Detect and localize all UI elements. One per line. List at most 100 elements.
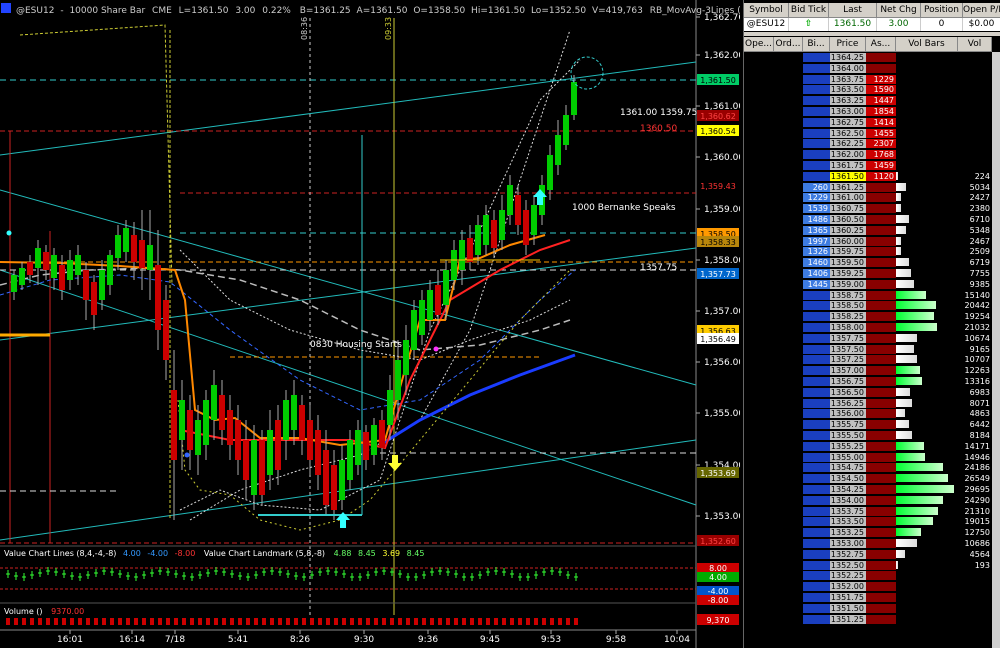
ask-cell[interactable] (866, 377, 896, 386)
order-cell[interactable] (774, 236, 803, 246)
ladder-row[interactable]: 1486 1360.50 6710 (744, 215, 1000, 224)
order-cell[interactable] (774, 474, 803, 484)
ask-cell[interactable] (866, 387, 896, 397)
ladder-header-6[interactable]: Vol (958, 37, 992, 52)
ask-cell[interactable]: 1854 (866, 107, 896, 116)
ask-cell[interactable] (866, 506, 896, 516)
ladder-header-1[interactable]: Ord... (774, 37, 803, 52)
bid-cell[interactable] (803, 333, 830, 343)
order-cell[interactable] (774, 571, 803, 581)
order-cell[interactable] (774, 355, 803, 365)
open-cell[interactable] (744, 225, 774, 235)
ladder-row[interactable]: 1365 1360.25 5348 (744, 225, 1000, 235)
ask-cell[interactable] (866, 603, 896, 613)
ask-cell[interactable] (866, 193, 896, 203)
bid-cell[interactable] (803, 495, 830, 505)
ladder-row[interactable]: 1361.75 1459 (744, 161, 1000, 170)
ladder-row[interactable]: 1362.00 1768 (744, 150, 1000, 160)
ladder-row[interactable]: 1460 1359.50 6719 (744, 258, 1000, 268)
ladder-row[interactable]: 1997 1360.00 2467 (744, 236, 1000, 246)
open-cell[interactable] (744, 236, 774, 246)
bid-cell[interactable]: 1997 (803, 236, 830, 246)
ladder-row[interactable]: 1364.00 (744, 63, 1000, 73)
order-cell[interactable] (774, 225, 803, 235)
bid-cell[interactable] (803, 366, 830, 376)
ask-cell[interactable]: 2307 (866, 139, 896, 149)
open-cell[interactable] (744, 247, 774, 257)
bid-cell[interactable] (803, 344, 830, 354)
open-cell[interactable] (744, 485, 774, 494)
open-cell[interactable] (744, 452, 774, 462)
price-cell[interactable]: 1355.00 (830, 452, 866, 462)
bid-cell[interactable] (803, 506, 830, 516)
ladder-row[interactable]: 1363.75 1229 (744, 74, 1000, 84)
ask-cell[interactable] (866, 290, 896, 300)
open-cell[interactable] (744, 549, 774, 559)
order-cell[interactable] (774, 301, 803, 311)
ask-cell[interactable]: 1414 (866, 117, 896, 127)
ask-cell[interactable] (866, 614, 896, 624)
ladder-row[interactable]: 1354.25 29695 (744, 485, 1000, 494)
ladder-row[interactable]: 1229 1361.00 2427 (744, 193, 1000, 203)
order-cell[interactable] (774, 485, 803, 494)
price-chart[interactable]: @ESU12 - 10000 Share Bar CME L=1361.50 3… (0, 0, 740, 648)
open-cell[interactable] (744, 528, 774, 538)
order-cell[interactable] (774, 63, 803, 73)
open-cell[interactable] (744, 420, 774, 430)
ladder-row[interactable]: 1355.75 6442 (744, 420, 1000, 430)
bid-cell[interactable] (803, 463, 830, 473)
open-cell[interactable] (744, 431, 774, 440)
price-cell[interactable]: 1351.75 (830, 593, 866, 602)
order-cell[interactable] (774, 117, 803, 127)
ladder-row[interactable]: 1362.50 1455 (744, 128, 1000, 138)
order-cell[interactable] (774, 528, 803, 538)
ladder-row[interactable]: 260 1361.25 5034 (744, 182, 1000, 192)
ask-cell[interactable] (866, 485, 896, 494)
bid-cell[interactable]: 1486 (803, 215, 830, 224)
ladder-row[interactable]: 1356.25 8071 (744, 398, 1000, 408)
open-cell[interactable] (744, 495, 774, 505)
open-cell[interactable] (744, 74, 774, 84)
price-cell[interactable]: 1356.25 (830, 398, 866, 408)
ask-cell[interactable] (866, 571, 896, 581)
open-cell[interactable] (744, 333, 774, 343)
bid-cell[interactable] (803, 85, 830, 95)
price-cell[interactable]: 1352.50 (830, 560, 866, 570)
ladder-row[interactable]: 1355.25 14171 (744, 441, 1000, 451)
order-cell[interactable] (774, 344, 803, 354)
price-cell[interactable]: 1354.25 (830, 485, 866, 494)
bid-cell[interactable]: 260 (803, 182, 830, 192)
bid-cell[interactable] (803, 150, 830, 160)
order-cell[interactable] (774, 74, 803, 84)
bid-cell[interactable] (803, 517, 830, 527)
bid-cell[interactable] (803, 53, 830, 62)
order-cell[interactable] (774, 182, 803, 192)
ask-cell[interactable] (866, 528, 896, 538)
ladder-row[interactable]: 1353.25 12750 (744, 528, 1000, 538)
open-cell[interactable] (744, 301, 774, 311)
ask-cell[interactable] (866, 312, 896, 322)
price-cell[interactable]: 1353.75 (830, 506, 866, 516)
price-cell[interactable]: 1363.75 (830, 74, 866, 84)
order-cell[interactable] (774, 85, 803, 95)
ladder-row[interactable]: 1358.25 19254 (744, 312, 1000, 322)
price-cell[interactable]: 1352.00 (830, 582, 866, 592)
ladder-row[interactable]: 1351.50 (744, 603, 1000, 613)
price-cell[interactable]: 1353.50 (830, 517, 866, 527)
bid-cell[interactable] (803, 431, 830, 440)
ladder-row[interactable]: 1354.75 24186 (744, 463, 1000, 473)
order-cell[interactable] (774, 603, 803, 613)
price-cell[interactable]: 1355.75 (830, 420, 866, 430)
price-cell[interactable]: 1352.75 (830, 549, 866, 559)
open-cell[interactable] (744, 290, 774, 300)
bid-cell[interactable]: 1406 (803, 269, 830, 278)
bid-cell[interactable] (803, 398, 830, 408)
order-cell[interactable] (774, 366, 803, 376)
price-cell[interactable]: 1357.25 (830, 355, 866, 365)
ladder-row[interactable]: 1353.75 21310 (744, 506, 1000, 516)
open-cell[interactable] (744, 614, 774, 624)
price-cell[interactable]: 1361.75 (830, 161, 866, 170)
price-cell[interactable]: 1362.50 (830, 128, 866, 138)
order-cell[interactable] (774, 323, 803, 332)
order-cell[interactable] (774, 387, 803, 397)
